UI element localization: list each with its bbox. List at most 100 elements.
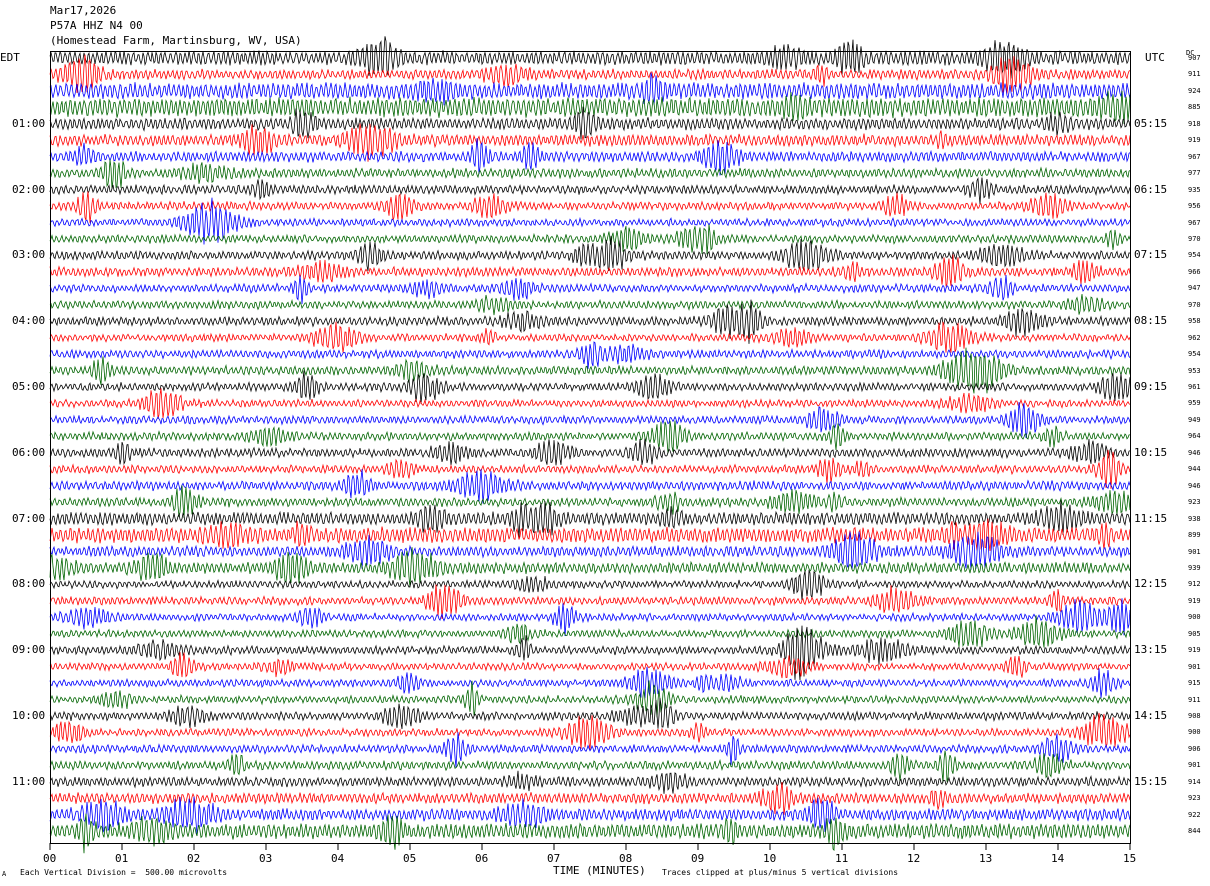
dc-offset-label: 899 (1188, 531, 1201, 540)
dc-offset-label: 967 (1188, 152, 1201, 161)
footer-scale: Each Vertical Division = 500.00 microvol… (20, 868, 228, 877)
dc-offset-label: 901 (1188, 761, 1201, 770)
left-hour-label: 08:00 (12, 577, 46, 591)
seismogram-plot (49, 36, 1131, 854)
dc-offset-label: 949 (1188, 415, 1201, 424)
dc-offset-label: 901 (1188, 662, 1201, 671)
trace-line (49, 518, 1131, 552)
dc-offset-label: 919 (1188, 646, 1201, 655)
dc-offset-label: 938 (1188, 514, 1201, 523)
dc-offset-label: 923 (1188, 498, 1201, 507)
dc-offset-label: 900 (1188, 728, 1201, 737)
right-hour-label: 13:15 (1134, 643, 1168, 657)
left-hour-label: 10:00 (12, 709, 46, 722)
trace-line (49, 293, 1131, 316)
dc-offset-label: 900 (1188, 613, 1201, 622)
dc-offset-label: 919 (1188, 136, 1201, 145)
trace-line (49, 666, 1131, 699)
left-hour-label: 05:00 (12, 380, 46, 393)
dc-offset-label: 956 (1188, 202, 1201, 211)
trace-line (49, 438, 1131, 466)
dc-offset-label: 954 (1188, 350, 1201, 359)
right-hour-label: 10:15 (1134, 445, 1168, 459)
dc-offset-label: 907 (1188, 54, 1201, 62)
x-tick-label: 11 (835, 852, 849, 865)
dc-offset-label: 977 (1188, 169, 1201, 178)
dc-offset-label: 966 (1188, 267, 1201, 276)
right-hour-label: 06:15 (1134, 182, 1168, 196)
dc-offset-label: 959 (1188, 399, 1201, 408)
dc-offset-label: 944 (1188, 465, 1201, 474)
trace-line (49, 615, 1131, 648)
dc-offset-label: 923 (1188, 794, 1201, 803)
right-hour-label: 12:15 (1134, 577, 1168, 591)
dc-offset-label: 946 (1188, 448, 1201, 457)
dc-offset-label: 939 (1188, 563, 1201, 572)
trace-line (49, 235, 1131, 272)
footer-clip-note: Traces clipped at plus/minus 5 vertical … (662, 868, 899, 877)
right-hour-label: 07:15 (1134, 248, 1168, 262)
trace-line (49, 254, 1131, 287)
dc-offset-label: 970 (1188, 234, 1201, 243)
x-tick-label: 05 (403, 852, 417, 865)
dc-offset-label: 844 (1188, 827, 1201, 836)
dc-offset-label: 970 (1188, 300, 1201, 309)
dc-offset-label: 953 (1188, 366, 1201, 375)
dc-offset-label: 961 (1188, 383, 1201, 391)
right-hour-label: 11:15 (1134, 511, 1168, 525)
trace-line (49, 569, 1131, 601)
right-hour-label: 09:15 (1134, 380, 1168, 393)
footer-mark: A (2, 870, 7, 878)
dc-offset-label: 962 (1188, 333, 1201, 342)
x-tick-marks (49, 843, 1131, 850)
dc-offset-label: 954 (1188, 251, 1201, 260)
x-tick-label: 00 (43, 852, 57, 865)
x-tick-label: 03 (259, 852, 273, 865)
x-tick-label: 10 (763, 852, 777, 865)
x-tick-label: 14 (1051, 852, 1065, 865)
dc-offset-label: 958 (1188, 317, 1201, 326)
trace-line (49, 750, 1131, 783)
trace-line (49, 625, 1131, 681)
left-hour-label: 01:00 (12, 116, 46, 130)
dc-offset-label: 912 (1188, 580, 1201, 589)
right-hour-label: 05:15 (1134, 116, 1168, 130)
dc-offset-label: 967 (1188, 218, 1201, 227)
trace-line (49, 224, 1131, 255)
x-tick-label: 13 (979, 852, 993, 865)
dc-offset-label: 946 (1188, 481, 1201, 490)
dc-offset-label: 906 (1188, 744, 1201, 753)
dc-offset-label: 924 (1188, 86, 1201, 95)
trace-line (49, 90, 1131, 124)
trace-line (49, 770, 1131, 794)
x-tick-label: 15 (1123, 852, 1137, 865)
dc-offset-label: 911 (1188, 70, 1201, 79)
trace-line (49, 813, 1131, 854)
right-hour-label: 15:15 (1134, 774, 1168, 788)
dc-offset-label: 964 (1188, 432, 1201, 441)
trace-line (49, 732, 1131, 768)
x-tick-label: 09 (691, 852, 705, 865)
trace-line (49, 341, 1131, 369)
left-hour-label: 04:00 (12, 314, 46, 328)
x-tick-label: 04 (331, 852, 345, 865)
dc-offset-label: 911 (1188, 695, 1201, 704)
left-hour-label: 07:00 (12, 511, 46, 525)
trace-line (49, 274, 1131, 305)
x-tick-label: 01 (115, 852, 129, 865)
trace-line (49, 402, 1131, 438)
left-hour-label: 03:00 (12, 248, 46, 262)
left-hour-label: 06:00 (12, 445, 46, 459)
x-tick-label: 12 (907, 852, 921, 865)
dc-offset-label: 918 (1188, 119, 1201, 128)
dc-offset-label: 947 (1188, 284, 1201, 293)
dc-offset-label: 905 (1188, 629, 1201, 638)
trace-line (49, 651, 1131, 679)
left-hour-label: 11:00 (12, 774, 46, 788)
trace-line (49, 680, 1131, 718)
dc-offset-label: 919 (1188, 596, 1201, 605)
x-axis-title: TIME (MINUTES) (553, 864, 646, 877)
right-hour-label: 08:15 (1134, 314, 1168, 328)
x-tick-label: 06 (475, 852, 489, 865)
left-hour-label: 09:00 (12, 643, 46, 657)
